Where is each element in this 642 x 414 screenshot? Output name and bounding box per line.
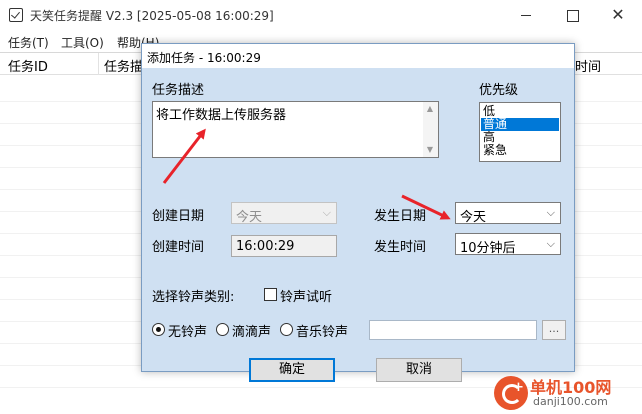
create-time-field: 16:00:29 — [231, 235, 337, 257]
priority-listbox[interactable]: 低 普通 高 紧急 — [479, 102, 561, 162]
app-checklist-icon — [9, 8, 23, 22]
column-task-desc[interactable]: 任务描 — [104, 56, 143, 75]
occur-date-label: 发生日期 — [374, 209, 427, 224]
logo-icon — [494, 376, 528, 410]
column-time[interactable]: 时间 — [575, 56, 601, 75]
task-desc-value: 将工作数据上传服务器 — [156, 108, 287, 123]
radio-music[interactable] — [280, 323, 293, 336]
menu-tools[interactable]: 工具(O) — [61, 34, 104, 51]
dialog-titlebar[interactable]: 添加任务 - 16:00:29 — [142, 44, 574, 68]
create-date-label: 创建日期 — [152, 209, 205, 224]
occur-time-value: 10分钟后 — [460, 241, 516, 256]
occur-time-label: 发生时间 — [374, 240, 427, 255]
radio-no-sound[interactable] — [152, 323, 165, 336]
task-desc-label: 任务描述 — [152, 83, 205, 98]
browse-button[interactable]: ... — [542, 320, 566, 340]
dialog-title: 添加任务 - 16:00:29 — [147, 51, 261, 65]
create-date-value: 今天 — [236, 210, 263, 225]
column-separator[interactable] — [98, 53, 99, 75]
radio-beep-label[interactable]: 滴滴声 — [232, 321, 271, 340]
watermark-url: danji100.com — [533, 395, 608, 408]
sound-test-label[interactable]: 铃声试听 — [280, 286, 332, 305]
radio-no-sound-label[interactable]: 无铃声 — [168, 321, 207, 340]
dropdown-arrow-icon: ⌵ — [322, 206, 331, 219]
occur-date-combo[interactable]: 今天 ⌵ — [455, 202, 561, 225]
textarea-scrollbar[interactable]: ▲ ▼ — [423, 102, 438, 157]
create-time-label: 创建时间 — [152, 240, 205, 255]
create-time-value: 16:00:29 — [236, 239, 295, 254]
priority-label: 优先级 — [479, 83, 519, 98]
radio-music-label[interactable]: 音乐铃声 — [296, 321, 348, 340]
maximize-icon[interactable] — [549, 0, 595, 30]
minimize-icon[interactable] — [503, 0, 549, 30]
create-date-combo: 今天 ⌵ — [231, 202, 337, 225]
sound-type-label: 选择铃声类别: — [152, 290, 235, 305]
occur-date-value: 今天 — [460, 210, 487, 225]
radio-beep[interactable] — [216, 323, 229, 336]
dropdown-arrow-icon[interactable]: ⌵ — [547, 237, 555, 251]
dropdown-arrow-icon[interactable]: ⌵ — [547, 206, 555, 220]
close-icon[interactable]: ✕ — [595, 0, 641, 30]
menu-task[interactable]: 任务(T) — [8, 34, 49, 51]
watermark-logo: 单机100网 danji100.com — [488, 372, 642, 414]
sound-test-checkbox[interactable] — [264, 288, 277, 301]
sound-file-input[interactable] — [369, 320, 537, 340]
scroll-up-icon[interactable]: ▲ — [426, 105, 434, 113]
priority-option-urgent[interactable]: 紧急 — [481, 144, 559, 157]
app-title: 天笑任务提醒 V2.3 [2025-05-08 16:00:29] — [30, 9, 274, 23]
dialog-body: 任务描述 优先级 将工作数据上传服务器 ▲ ▼ 低 普通 高 紧急 创建日期 今… — [142, 68, 574, 382]
column-task-id[interactable]: 任务ID — [8, 56, 48, 75]
task-desc-textarea[interactable]: 将工作数据上传服务器 ▲ ▼ — [152, 101, 439, 158]
occur-time-combo[interactable]: 10分钟后 ⌵ — [455, 233, 561, 256]
cancel-button[interactable]: 取消 — [376, 358, 462, 382]
add-task-dialog: 添加任务 - 16:00:29 任务描述 优先级 将工作数据上传服务器 ▲ ▼ … — [141, 43, 575, 382]
main-titlebar: 天笑任务提醒 V2.3 [2025-05-08 16:00:29] ✕ — [0, 0, 642, 30]
scroll-down-icon[interactable]: ▼ — [426, 146, 434, 154]
ok-button[interactable]: 确定 — [249, 358, 335, 382]
